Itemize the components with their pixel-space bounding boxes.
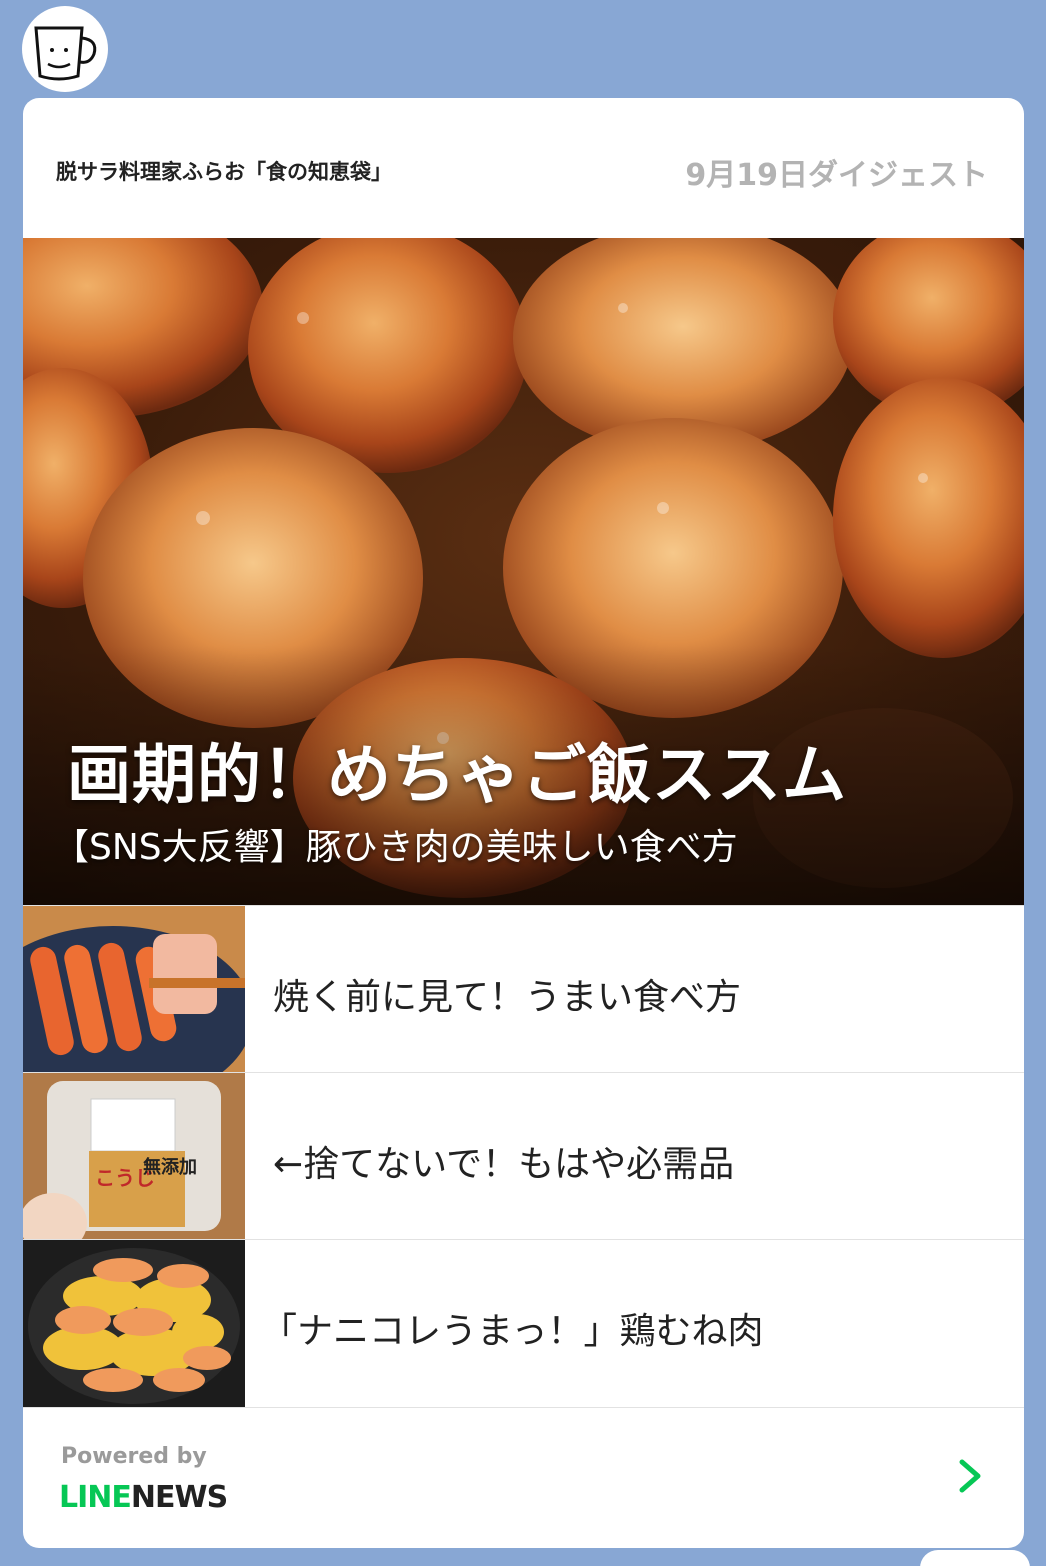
hero-article[interactable]: 画期的！めちゃご飯ススム 【SNS大反響】豚ひき肉の美味しい食べ方 [23, 238, 1024, 905]
article-item-3[interactable]: 「ナニコレうまっ！」鶏むね肉 [23, 1239, 1024, 1407]
card-header: 脱サラ料理家ふらお「食の知恵袋」 9月19日ダイジェスト [23, 98, 1024, 238]
article-item-label: 「ナニコレうまっ！」鶏むね肉 [261, 1311, 764, 1352]
account-avatar[interactable] [22, 6, 108, 92]
logo-line-text: LINE [59, 1480, 132, 1515]
sausage-thumbnail [23, 906, 245, 1073]
digest-date: 9月19日ダイジェスト [685, 158, 988, 193]
chevron-right-icon[interactable] [950, 1456, 990, 1496]
footer[interactable]: Powered by LINENEWS [23, 1407, 1024, 1548]
miso-badge-text: 無添加 [143, 1156, 197, 1178]
bottom-pill [920, 1550, 1030, 1566]
powered-by-text: Powered by [61, 1444, 207, 1469]
article-item-2[interactable]: こうじ 無添加 ←捨てないで！もはや必需品 [23, 1072, 1024, 1240]
logo-news-text: NEWS [130, 1480, 228, 1515]
miso-container-thumbnail: こうじ 無添加 [23, 1073, 245, 1240]
hero-subtitle: 【SNS大反響】豚ひき肉の美味しい食べ方 [53, 827, 738, 868]
coffee-cup-icon [34, 26, 97, 81]
article-item-label: ←捨てないで！もはや必需品 [273, 1144, 735, 1185]
line-news-logo: LINENEWS [59, 1480, 228, 1515]
article-item-1[interactable]: 焼く前に見て！うまい食べ方 [23, 905, 1024, 1073]
article-item-label: 焼く前に見て！うまい食べ方 [273, 977, 742, 1018]
account-name[interactable]: 脱サラ料理家ふらお「食の知恵袋」 [56, 156, 392, 186]
chicken-pan-thumbnail [23, 1240, 245, 1407]
digest-card: 脱サラ料理家ふらお「食の知恵袋」 9月19日ダイジェスト 画期的！めちゃご飯スス… [23, 98, 1024, 1548]
hero-title: 画期的！めちゃご飯ススム [67, 739, 847, 813]
